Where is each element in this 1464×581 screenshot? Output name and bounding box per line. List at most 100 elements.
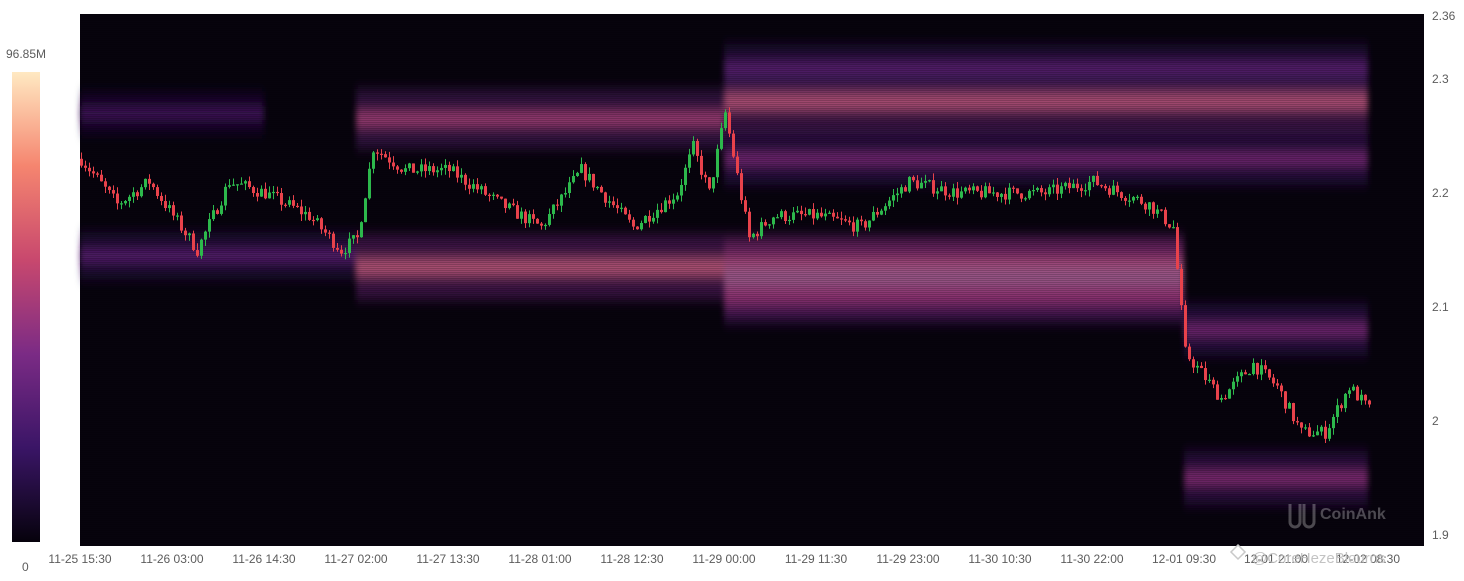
candle-body [872,211,875,221]
candle-body [600,186,603,193]
candle-body [752,233,755,238]
candle-body [700,155,703,175]
candle-body [1080,188,1083,191]
candle-body [1076,183,1079,189]
candle-body [756,233,759,237]
candle-body [284,204,287,206]
candle-body [956,188,959,198]
candle-body [764,222,767,226]
candle-body [1180,268,1183,306]
x-tick-label: 11-30 10:30 [968,552,1031,566]
candle-body [1228,389,1231,399]
candle-body [996,192,999,197]
candle-body [472,184,475,189]
candle-body [900,187,903,194]
candle-body [1280,385,1283,392]
candle-body [708,177,711,189]
candle-body [1244,372,1247,375]
candle-body [1308,427,1311,437]
candle-body [1092,175,1095,182]
candle-body [736,156,739,174]
candle-body [276,191,279,194]
candle-body [796,210,799,213]
candle-body [1332,416,1335,429]
candle-body [620,207,623,209]
candle-body [828,212,831,214]
candle-body [1236,376,1239,382]
candle-body [1240,372,1243,377]
candle-body [964,187,967,192]
candle-body [836,216,839,219]
candle-body [776,217,779,219]
candle-body [96,173,99,175]
candle-body [408,163,411,169]
candle-body [652,217,655,222]
candle-body [800,210,803,215]
candle-body [792,212,795,220]
candle-body [680,184,683,196]
color-scale-max-label: 96.85M [6,47,46,61]
candle-body [344,252,347,255]
candle-body [1288,403,1291,409]
candle-body [204,231,207,240]
candle-body [1324,426,1327,439]
y-tick-label: 2 [1432,414,1439,428]
candle-body [760,222,763,237]
candle-body [868,220,871,228]
candle-body [1052,184,1055,188]
candle-body [548,214,551,225]
y-tick-label: 2.3 [1432,72,1449,86]
candle-body [1212,379,1215,385]
y-tick-label: 2.1 [1432,300,1449,314]
candle-body [1224,398,1227,400]
candle-body [1188,346,1191,360]
candle-body [536,218,539,224]
candle-body [484,186,487,195]
candle-body [300,206,303,215]
candle-body [1072,183,1075,189]
candle-body [864,221,867,228]
x-tick-label: 11-29 00:00 [692,552,755,566]
y-tick-label: 2.2 [1432,186,1449,200]
candle-body [1192,359,1195,368]
candle-body [432,166,435,173]
candle-body [780,211,783,218]
candle-body [1364,394,1367,401]
candle-body [92,171,95,174]
candle-body [168,205,171,209]
candle-body [296,205,299,208]
x-tick-label: 12-01 09:30 [1152,552,1216,566]
candle-body [816,212,819,219]
candle-body [156,187,159,196]
candle-body [520,211,523,219]
candle-body [176,215,179,217]
candle-body [244,181,247,184]
candle-body [200,239,203,256]
candle-body [88,167,91,172]
candle-body [624,207,627,215]
candle-body [248,181,251,188]
candle-body [1164,209,1167,225]
watermark-brand: CoinAnk [1320,506,1386,523]
candle-body [1116,185,1119,193]
candle-body [608,201,611,203]
candle-body [128,196,131,201]
x-tick-label: 11-29 23:00 [876,552,939,566]
candle-body [1368,400,1371,405]
candle-body [1360,394,1363,401]
candle-body [1344,393,1347,409]
candle-body [1060,186,1063,194]
candle-body [172,205,175,216]
candle-body [264,188,267,199]
candle-body [1156,209,1159,214]
candle-body [1176,227,1179,269]
candle-body [1028,190,1031,199]
candle-body [632,219,635,227]
candle-body [348,238,351,253]
handle-watermark: @CoreHezeBlourns [1229,543,1386,567]
candle-body [564,192,567,195]
candle-body [568,182,571,193]
candle-body [948,195,951,197]
candle-body [968,187,971,191]
candle-body [464,174,467,185]
